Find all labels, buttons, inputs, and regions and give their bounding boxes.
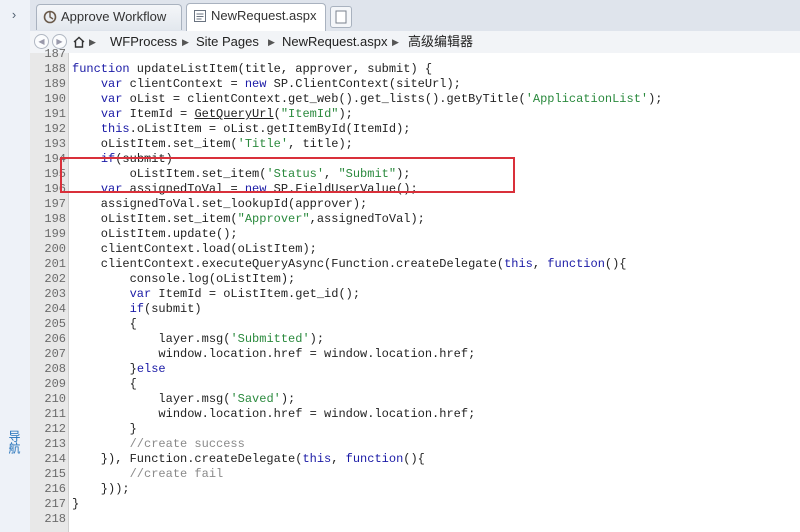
navigation-label[interactable]: 导航 [6,430,22,454]
code-line[interactable]: 204 if(submit) [30,302,800,317]
line-number: 211 [44,407,66,421]
code-line[interactable]: 198 oListItem.set_item("Approver",assign… [30,212,800,227]
line-number: 209 [44,377,66,391]
code-line[interactable]: 207 window.location.href = window.locati… [30,347,800,362]
code-text: } [72,497,80,511]
code-line[interactable]: 205 { [30,317,800,332]
highlight-box [60,157,515,193]
code-text: console.log(oListItem); [72,272,296,286]
code-line[interactable]: 202 console.log(oListItem); [30,272,800,287]
line-number: 198 [44,212,66,226]
code-text: layer.msg('Submitted'); [72,332,325,346]
code-editor[interactable]: 187 188 function updateListItem(title, app… [30,47,800,532]
code-line[interactable]: 188 function updateListItem(title, approv… [30,62,800,77]
code-text: clientContext.executeQueryAsync(Function… [72,257,627,271]
line-number: 200 [44,242,66,256]
code-text: } [72,422,137,436]
line-number: 217 [44,497,66,511]
new-tab-icon [335,10,347,24]
code-text: //create fail [129,467,224,481]
code-text: var ItemId = GetQueryUrl("ItemId"); [100,107,353,121]
line-number: 203 [44,287,66,301]
line-number: 191 [44,107,66,121]
line-number: 215 [44,467,66,481]
code-line[interactable]: 208 }else [30,362,800,377]
code-line[interactable]: 187 [30,47,800,62]
code-text: window.location.href = window.location.h… [72,407,476,421]
code-line[interactable]: 218 [30,512,800,527]
code-line[interactable]: 206 layer.msg('Submitted'); [30,332,800,347]
code-line[interactable]: 197 assignedToVal.set_lookupId(approver)… [30,197,800,212]
code-text: })); [72,482,130,496]
line-number: 205 [44,317,66,331]
code-line[interactable]: 200 clientContext.load(oListItem); [30,242,800,257]
code-text: //create success [129,437,245,451]
code-line[interactable]: 217} [30,497,800,512]
code-text: var ItemId = oListItem.get_id(); [129,287,361,301]
line-number: 189 [44,77,66,91]
code-line[interactable]: 193 oListItem.set_item('Title', title); [30,137,800,152]
code-text: assignedToVal.set_lookupId(approver); [72,197,368,211]
line-number: 210 [44,392,66,406]
code-line[interactable]: 189 var clientContext = new SP.ClientCon… [30,77,800,92]
code-line[interactable]: 209 { [30,377,800,392]
line-number: 202 [44,272,66,286]
line-number: 201 [44,257,66,271]
line-number: 197 [44,197,66,211]
line-number: 216 [44,482,66,496]
code-text: }else [72,362,166,376]
line-number: 206 [44,332,66,346]
code-line[interactable]: 216 })); [30,482,800,497]
code-text: layer.msg('Saved'); [72,392,296,406]
code-text: var oList = clientContext.get_web().get_… [100,92,663,106]
code-line[interactable]: 192 this.oListItem = oList.getItemById(I… [30,122,800,137]
line-number: 190 [44,92,66,106]
code-line[interactable]: 191 var ItemId = GetQueryUrl("ItemId"); [30,107,800,122]
workflow-icon [43,10,57,24]
code-line[interactable]: 199 oListItem.update(); [30,227,800,242]
line-number: 187 [44,47,66,61]
code-text: function updateListItem(title, approver,… [72,62,433,76]
code-text: this.oListItem = oList.getItemById(ItemI… [100,122,411,136]
new-tab-button[interactable] [330,6,352,28]
line-number: 204 [44,302,66,316]
code-line[interactable]: 210 layer.msg('Saved'); [30,392,800,407]
tab-bar: Approve Workflow NewRequest.aspx [30,0,800,32]
code-text: }), Function.createDelegate(this, functi… [72,452,425,466]
line-number: 212 [44,422,66,436]
code-line[interactable]: 190 var oList = clientContext.get_web().… [30,92,800,107]
line-number: 214 [44,452,66,466]
code-text: window.location.href = window.location.h… [72,347,476,361]
line-number: 208 [44,362,66,376]
code-text: oListItem.update(); [72,227,238,241]
code-text: if(submit) [129,302,202,316]
tab-approve-workflow[interactable]: Approve Workflow [36,4,182,30]
code-line[interactable]: 203 var ItemId = oListItem.get_id(); [30,287,800,302]
line-number: 213 [44,437,66,451]
code-line[interactable]: 201 clientContext.executeQueryAsync(Func… [30,257,800,272]
code-line[interactable]: 215 //create fail [30,467,800,482]
code-line[interactable]: 212 } [30,422,800,437]
navigation-pane: › 导航 [0,0,31,532]
tab-newrequest-aspx[interactable]: NewRequest.aspx [186,3,326,31]
code-text: var clientContext = new SP.ClientContext… [100,77,461,91]
tab-label: NewRequest.aspx [211,8,317,23]
file-icon [194,10,206,22]
code-text: clientContext.load(oListItem); [72,242,317,256]
code-text: oListItem.set_item("Approver",assignedTo… [72,212,425,226]
code-text: oListItem.set_item('Title', title); [72,137,353,151]
line-number: 218 [44,512,66,526]
line-number: 192 [44,122,66,136]
code-line[interactable]: 211 window.location.href = window.locati… [30,407,800,422]
line-number: 188 [44,62,66,76]
tab-label: Approve Workflow [61,9,167,24]
line-number: 207 [44,347,66,361]
line-number: 193 [44,137,66,151]
code-text: { [72,377,137,391]
line-number: 199 [44,227,66,241]
code-line[interactable]: 214 }), Function.createDelegate(this, fu… [30,452,800,467]
expand-nav-icon[interactable]: › [6,6,22,24]
code-line[interactable]: 213 //create success [30,437,800,452]
code-text: { [72,317,137,331]
